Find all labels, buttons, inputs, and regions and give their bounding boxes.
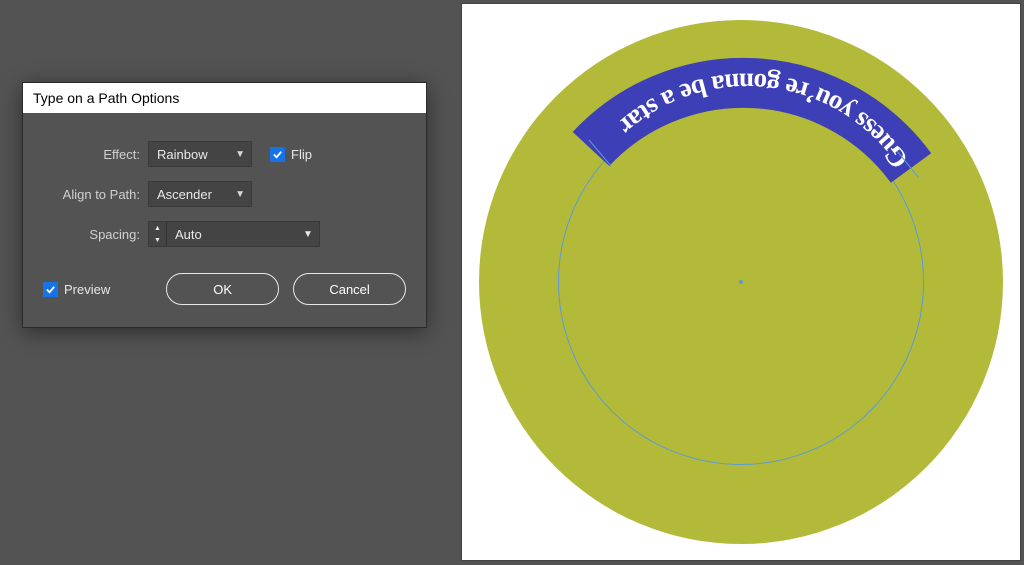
checkmark-icon: [270, 147, 285, 162]
checkmark-icon: [43, 282, 58, 297]
spacing-stepper[interactable]: ▲ ▼: [149, 222, 167, 246]
type-on-path-options-dialog: Type on a Path Options Effect: Rainbow ▼…: [22, 82, 427, 328]
stepper-down-icon[interactable]: ▼: [149, 234, 166, 246]
spacing-label: Spacing:: [43, 227, 148, 242]
effect-value: Rainbow: [157, 147, 208, 162]
stepper-up-icon[interactable]: ▲: [149, 222, 166, 234]
artboard: Guess you’re gonna be a star: [461, 3, 1021, 561]
preview-checkbox[interactable]: Preview: [43, 282, 110, 297]
chevron-down-icon: ▼: [235, 189, 245, 200]
flip-checkbox[interactable]: Flip: [270, 147, 312, 162]
align-label: Align to Path:: [43, 187, 148, 202]
chevron-down-icon: ▼: [235, 149, 245, 160]
spacing-field[interactable]: ▲ ▼ Auto ▼: [148, 221, 320, 247]
effect-label: Effect:: [43, 147, 148, 162]
type-on-path-svg: Guess you’re gonna be a star: [479, 20, 1003, 544]
flip-label: Flip: [291, 147, 312, 162]
cancel-button[interactable]: Cancel: [293, 273, 406, 305]
ok-button[interactable]: OK: [166, 273, 279, 305]
align-value: Ascender: [157, 187, 212, 202]
spacing-value: Auto: [167, 227, 297, 242]
align-select[interactable]: Ascender ▼: [148, 181, 252, 207]
dialog-title: Type on a Path Options: [23, 83, 426, 113]
chevron-down-icon[interactable]: ▼: [297, 229, 319, 240]
outer-circle: Guess you’re gonna be a star: [479, 20, 1003, 544]
effect-select[interactable]: Rainbow ▼: [148, 141, 252, 167]
preview-label: Preview: [64, 282, 110, 297]
